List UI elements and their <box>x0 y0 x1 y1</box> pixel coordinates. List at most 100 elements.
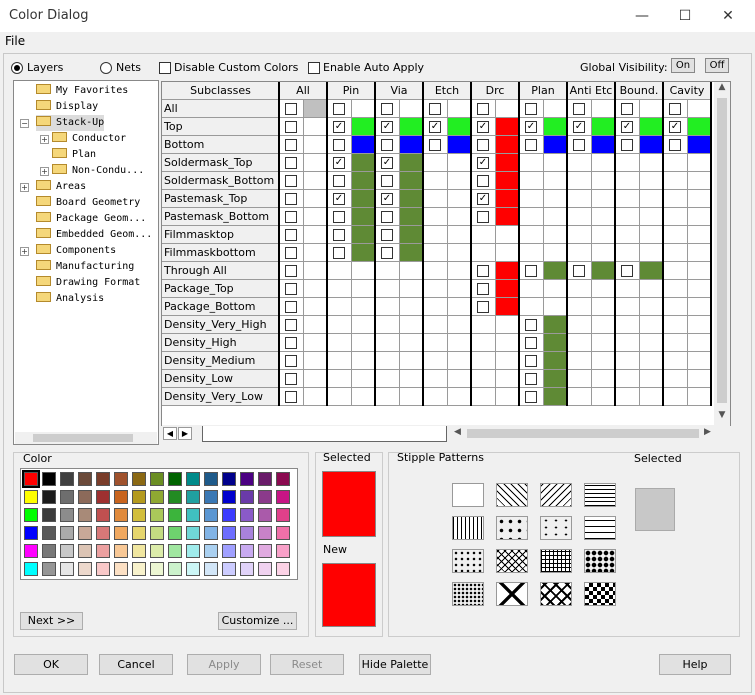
disable-custom-colors-checkbox[interactable] <box>159 62 171 74</box>
color-swatch[interactable] <box>24 508 38 522</box>
color-swatch[interactable] <box>24 562 38 576</box>
visibility-checkbox[interactable] <box>285 319 297 331</box>
collapse-icon[interactable]: − <box>20 119 29 128</box>
visibility-checkbox[interactable]: ✓ <box>381 193 393 205</box>
stipple-pattern-diamond[interactable] <box>496 582 528 606</box>
enable-auto-apply-checkbox[interactable] <box>308 62 320 74</box>
color-swatch[interactable] <box>168 562 182 576</box>
color-cell[interactable] <box>543 334 567 352</box>
color-swatch[interactable] <box>276 490 290 504</box>
visibility-checkbox[interactable] <box>285 103 297 115</box>
color-cell[interactable] <box>639 262 663 280</box>
visibility-checkbox[interactable] <box>525 265 537 277</box>
visibility-checkbox[interactable] <box>477 211 489 223</box>
expand-icon[interactable]: + <box>40 167 49 176</box>
minimize-icon[interactable]: — <box>627 6 657 26</box>
color-cell[interactable] <box>399 226 423 244</box>
row-label[interactable]: Package_Top <box>164 280 234 298</box>
color-swatch[interactable] <box>150 472 164 486</box>
color-cell[interactable] <box>351 226 375 244</box>
color-cell[interactable] <box>591 136 615 154</box>
color-swatch[interactable] <box>60 526 74 540</box>
color-swatch[interactable] <box>132 490 146 504</box>
color-cell[interactable] <box>351 244 375 262</box>
color-swatch[interactable] <box>258 508 272 522</box>
color-cell[interactable] <box>351 208 375 226</box>
visibility-checkbox[interactable] <box>285 283 297 295</box>
menu-file[interactable]: File <box>5 34 25 48</box>
color-swatch[interactable] <box>276 562 290 576</box>
maximize-icon[interactable]: ☐ <box>670 6 700 26</box>
visibility-checkbox[interactable] <box>525 319 537 331</box>
visibility-checkbox[interactable] <box>333 139 345 151</box>
color-swatch[interactable] <box>240 526 254 540</box>
color-swatch[interactable] <box>114 472 128 486</box>
color-swatch[interactable] <box>258 562 272 576</box>
visibility-checkbox[interactable] <box>621 265 633 277</box>
color-cell[interactable] <box>687 136 711 154</box>
help-button[interactable]: Help <box>659 654 731 675</box>
visibility-checkbox[interactable] <box>285 175 297 187</box>
color-cell[interactable] <box>399 172 423 190</box>
visibility-checkbox[interactable]: ✓ <box>429 121 441 133</box>
tab-first-icon[interactable]: ◀ <box>163 427 177 440</box>
column-header[interactable]: Plan <box>519 82 567 100</box>
color-swatch[interactable] <box>78 544 92 558</box>
color-swatch[interactable] <box>22 470 40 488</box>
color-swatch[interactable] <box>150 508 164 522</box>
visibility-checkbox[interactable]: ✓ <box>333 121 345 133</box>
column-header[interactable]: Drc <box>471 82 519 100</box>
color-swatch[interactable] <box>114 508 128 522</box>
visibility-checkbox[interactable] <box>285 265 297 277</box>
scroll-right-icon[interactable]: ▶ <box>704 427 716 440</box>
color-swatch[interactable] <box>186 472 200 486</box>
color-swatch[interactable] <box>42 508 56 522</box>
color-cell[interactable] <box>543 388 567 406</box>
visibility-checkbox[interactable]: ✓ <box>525 121 537 133</box>
visibility-checkbox[interactable] <box>285 391 297 403</box>
row-label[interactable]: Filmmasktop <box>164 226 234 244</box>
expand-icon[interactable]: + <box>20 183 29 192</box>
stipple-pattern-halftone[interactable] <box>452 582 484 606</box>
color-cell[interactable] <box>351 118 375 136</box>
column-header[interactable]: Etch <box>423 82 471 100</box>
color-cell[interactable] <box>351 172 375 190</box>
color-cell[interactable] <box>639 118 663 136</box>
visibility-checkbox[interactable] <box>525 373 537 385</box>
color-cell[interactable] <box>543 118 567 136</box>
color-swatch[interactable] <box>114 526 128 540</box>
color-cell[interactable] <box>543 136 567 154</box>
layers-radio[interactable] <box>11 62 23 74</box>
color-swatch[interactable] <box>78 526 92 540</box>
color-swatch[interactable] <box>78 490 92 504</box>
visibility-checkbox[interactable] <box>285 301 297 313</box>
column-header[interactable]: Pin <box>327 82 375 100</box>
visibility-checkbox[interactable] <box>381 139 393 151</box>
expand-icon[interactable]: + <box>40 135 49 144</box>
visibility-checkbox[interactable] <box>285 157 297 169</box>
tree-item[interactable]: Areas <box>36 179 86 195</box>
color-swatch[interactable] <box>78 562 92 576</box>
visibility-checkbox[interactable] <box>525 139 537 151</box>
global-off-button[interactable]: Off <box>705 58 729 73</box>
nets-radio[interactable] <box>100 62 112 74</box>
visibility-checkbox[interactable] <box>381 175 393 187</box>
column-header[interactable]: Anti Etc <box>567 82 615 100</box>
color-cell[interactable] <box>399 118 423 136</box>
next-button[interactable]: Next >> <box>20 612 83 630</box>
stipple-pattern-crosshatch[interactable] <box>496 549 528 573</box>
visibility-checkbox[interactable] <box>285 247 297 259</box>
color-cell[interactable] <box>543 316 567 334</box>
visibility-checkbox[interactable]: ✓ <box>381 157 393 169</box>
row-label[interactable]: Density_Low <box>164 370 233 388</box>
color-cell[interactable] <box>495 298 519 316</box>
color-swatch[interactable] <box>96 544 110 558</box>
color-swatch[interactable] <box>24 490 38 504</box>
color-cell[interactable] <box>303 100 327 118</box>
row-label[interactable]: All <box>164 100 178 118</box>
color-swatch[interactable] <box>24 544 38 558</box>
visibility-checkbox[interactable] <box>525 337 537 349</box>
row-label[interactable]: Pastemask_Bottom <box>164 208 269 226</box>
row-label[interactable]: Filmmaskbottom <box>164 244 256 262</box>
tree-item[interactable]: My Favorites <box>36 83 128 99</box>
